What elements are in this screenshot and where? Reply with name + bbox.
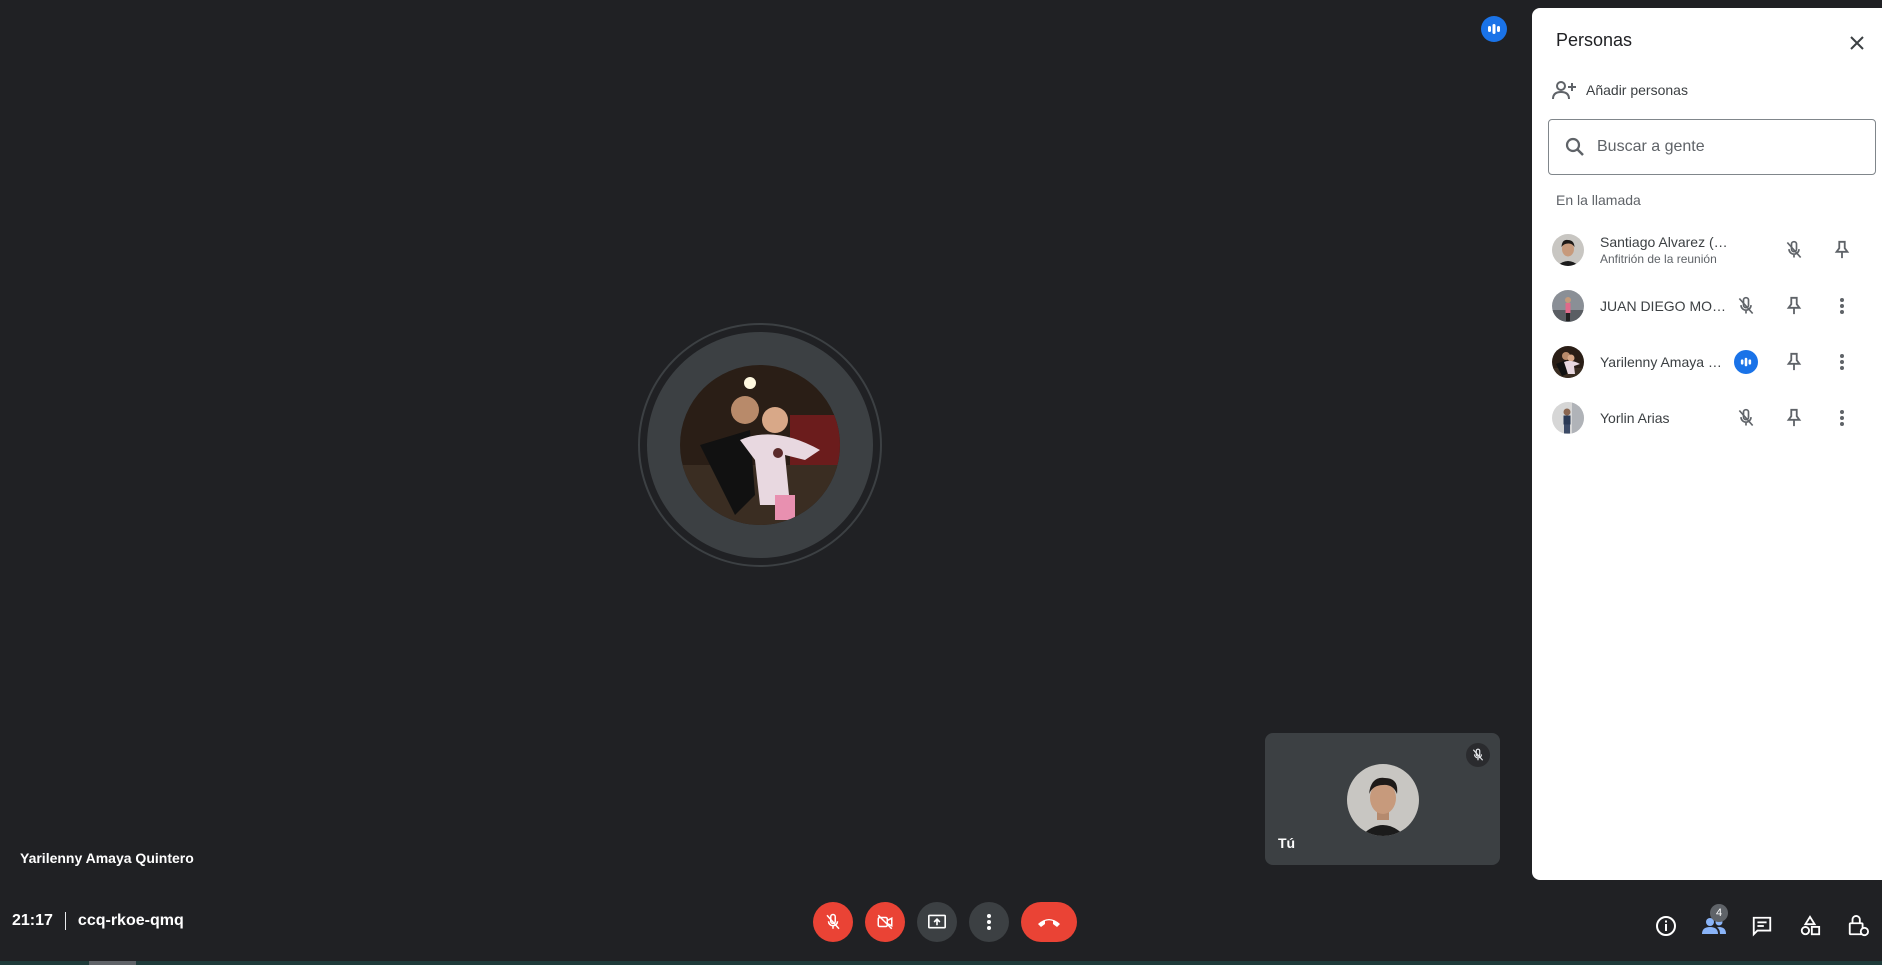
video-stage: Yarilenny Amaya Quintero Tú [0,0,1531,890]
self-tile-label: Tú [1278,835,1296,851]
participant-row[interactable]: Yarilenny Amaya Q... [1532,334,1882,390]
participant-options-button[interactable] [1826,402,1858,434]
participants-list: Santiago Alvarez (Tú) Anfitrión de la re… [1532,222,1882,446]
info-icon [1656,916,1676,936]
participant-avatar [1552,234,1584,266]
add-people-label: Añadir personas [1586,82,1688,98]
search-people-input[interactable] [1597,138,1837,156]
more-vert-icon [987,914,991,930]
pin-icon [1786,296,1802,315]
mic-off-icon [1466,743,1490,767]
people-panel: Personas Añadir personas En la llamada S… [1532,8,1882,880]
active-speaker-name: Yarilenny Amaya Quintero [20,850,194,866]
meeting-code: ccq-rkoe-qmq [77,912,184,929]
speaker-avatar [680,365,840,525]
leave-call-button[interactable] [1021,902,1077,942]
toggle-camera-button[interactable] [865,902,905,942]
pin-button[interactable] [1778,346,1810,378]
people-count-badge: 4 [1710,904,1728,922]
clock-time: 21:17 [12,912,53,929]
participant-name: Yorlin Arias [1600,410,1670,426]
add-people-button[interactable]: Añadir personas [1552,80,1688,100]
pin-icon [1834,240,1850,259]
mic-off-icon [1730,402,1762,434]
side-controls: 4 [1642,902,1882,950]
present-screen-button[interactable] [917,902,957,942]
participant-name: JUAN DIEGO MOR... [1600,298,1730,314]
participant-avatar [1552,346,1584,378]
mic-off-icon [826,913,840,930]
pin-icon [1786,352,1802,371]
participant-text: Santiago Alvarez (Tú) Anfitrión de la re… [1600,234,1730,266]
more-vert-icon [1840,410,1844,426]
pin-button[interactable] [1826,234,1858,266]
participant-text: Yarilenny Amaya Q... [1600,354,1730,370]
meeting-info: 21:17 ccq-rkoe-qmq [12,912,184,930]
participant-avatar [1552,290,1584,322]
chat-button[interactable] [1738,902,1786,950]
close-icon [1850,36,1864,50]
pin-icon [1786,408,1802,427]
audio-level-icon [1730,346,1762,378]
person-add-icon [1552,81,1576,100]
participant-text: Yorlin Arias [1600,410,1730,426]
camera-off-icon [877,914,893,930]
activities-button[interactable] [1786,902,1834,950]
audio-level-icon [1481,16,1507,42]
panel-title: Personas [1556,30,1633,50]
participant-text: JUAN DIEGO MOR... [1600,298,1730,314]
participant-role: Anfitrión de la reunión [1600,252,1717,266]
in-call-section-label: En la llamada [1556,192,1641,208]
participant-row[interactable]: Santiago Alvarez (Tú) Anfitrión de la re… [1532,222,1882,278]
more-vert-icon [1840,298,1844,314]
self-avatar [1347,764,1419,836]
toggle-mic-button[interactable] [813,902,853,942]
hang-up-icon [1038,919,1060,927]
participant-row[interactable]: Yorlin Arias [1532,390,1882,446]
participant-options-button[interactable] [1826,346,1858,378]
activities-shapes-icon [1800,915,1821,936]
more-options-button[interactable] [969,902,1009,942]
more-vert-icon [1840,354,1844,370]
participant-name: Yarilenny Amaya Q... [1600,354,1730,370]
participant-row[interactable]: JUAN DIEGO MOR... [1532,278,1882,334]
self-view-tile[interactable]: Tú [1265,733,1500,865]
chat-icon [1752,916,1772,937]
strip-thumb [89,961,136,965]
participant-options-button[interactable] [1826,290,1858,322]
pin-button[interactable] [1778,290,1810,322]
lock-person-icon [1848,915,1869,937]
bottom-toolbar: 21:17 ccq-rkoe-qmq 4 [0,890,1882,965]
present-screen-icon [928,914,946,929]
close-panel-button[interactable] [1842,28,1872,58]
call-controls [813,902,1077,942]
mic-off-icon [1778,234,1810,266]
meeting-details-button[interactable] [1642,902,1690,950]
participant-name: Santiago Alvarez (Tú) [1600,234,1730,250]
search-icon [1565,137,1584,156]
mic-off-icon [1730,290,1762,322]
pin-button[interactable] [1778,402,1810,434]
search-people-field[interactable] [1548,119,1876,175]
participant-avatar [1552,402,1584,434]
people-button[interactable]: 4 [1690,902,1738,950]
divider [64,912,66,930]
bottom-strip [0,961,1882,965]
host-controls-button[interactable] [1834,902,1882,950]
